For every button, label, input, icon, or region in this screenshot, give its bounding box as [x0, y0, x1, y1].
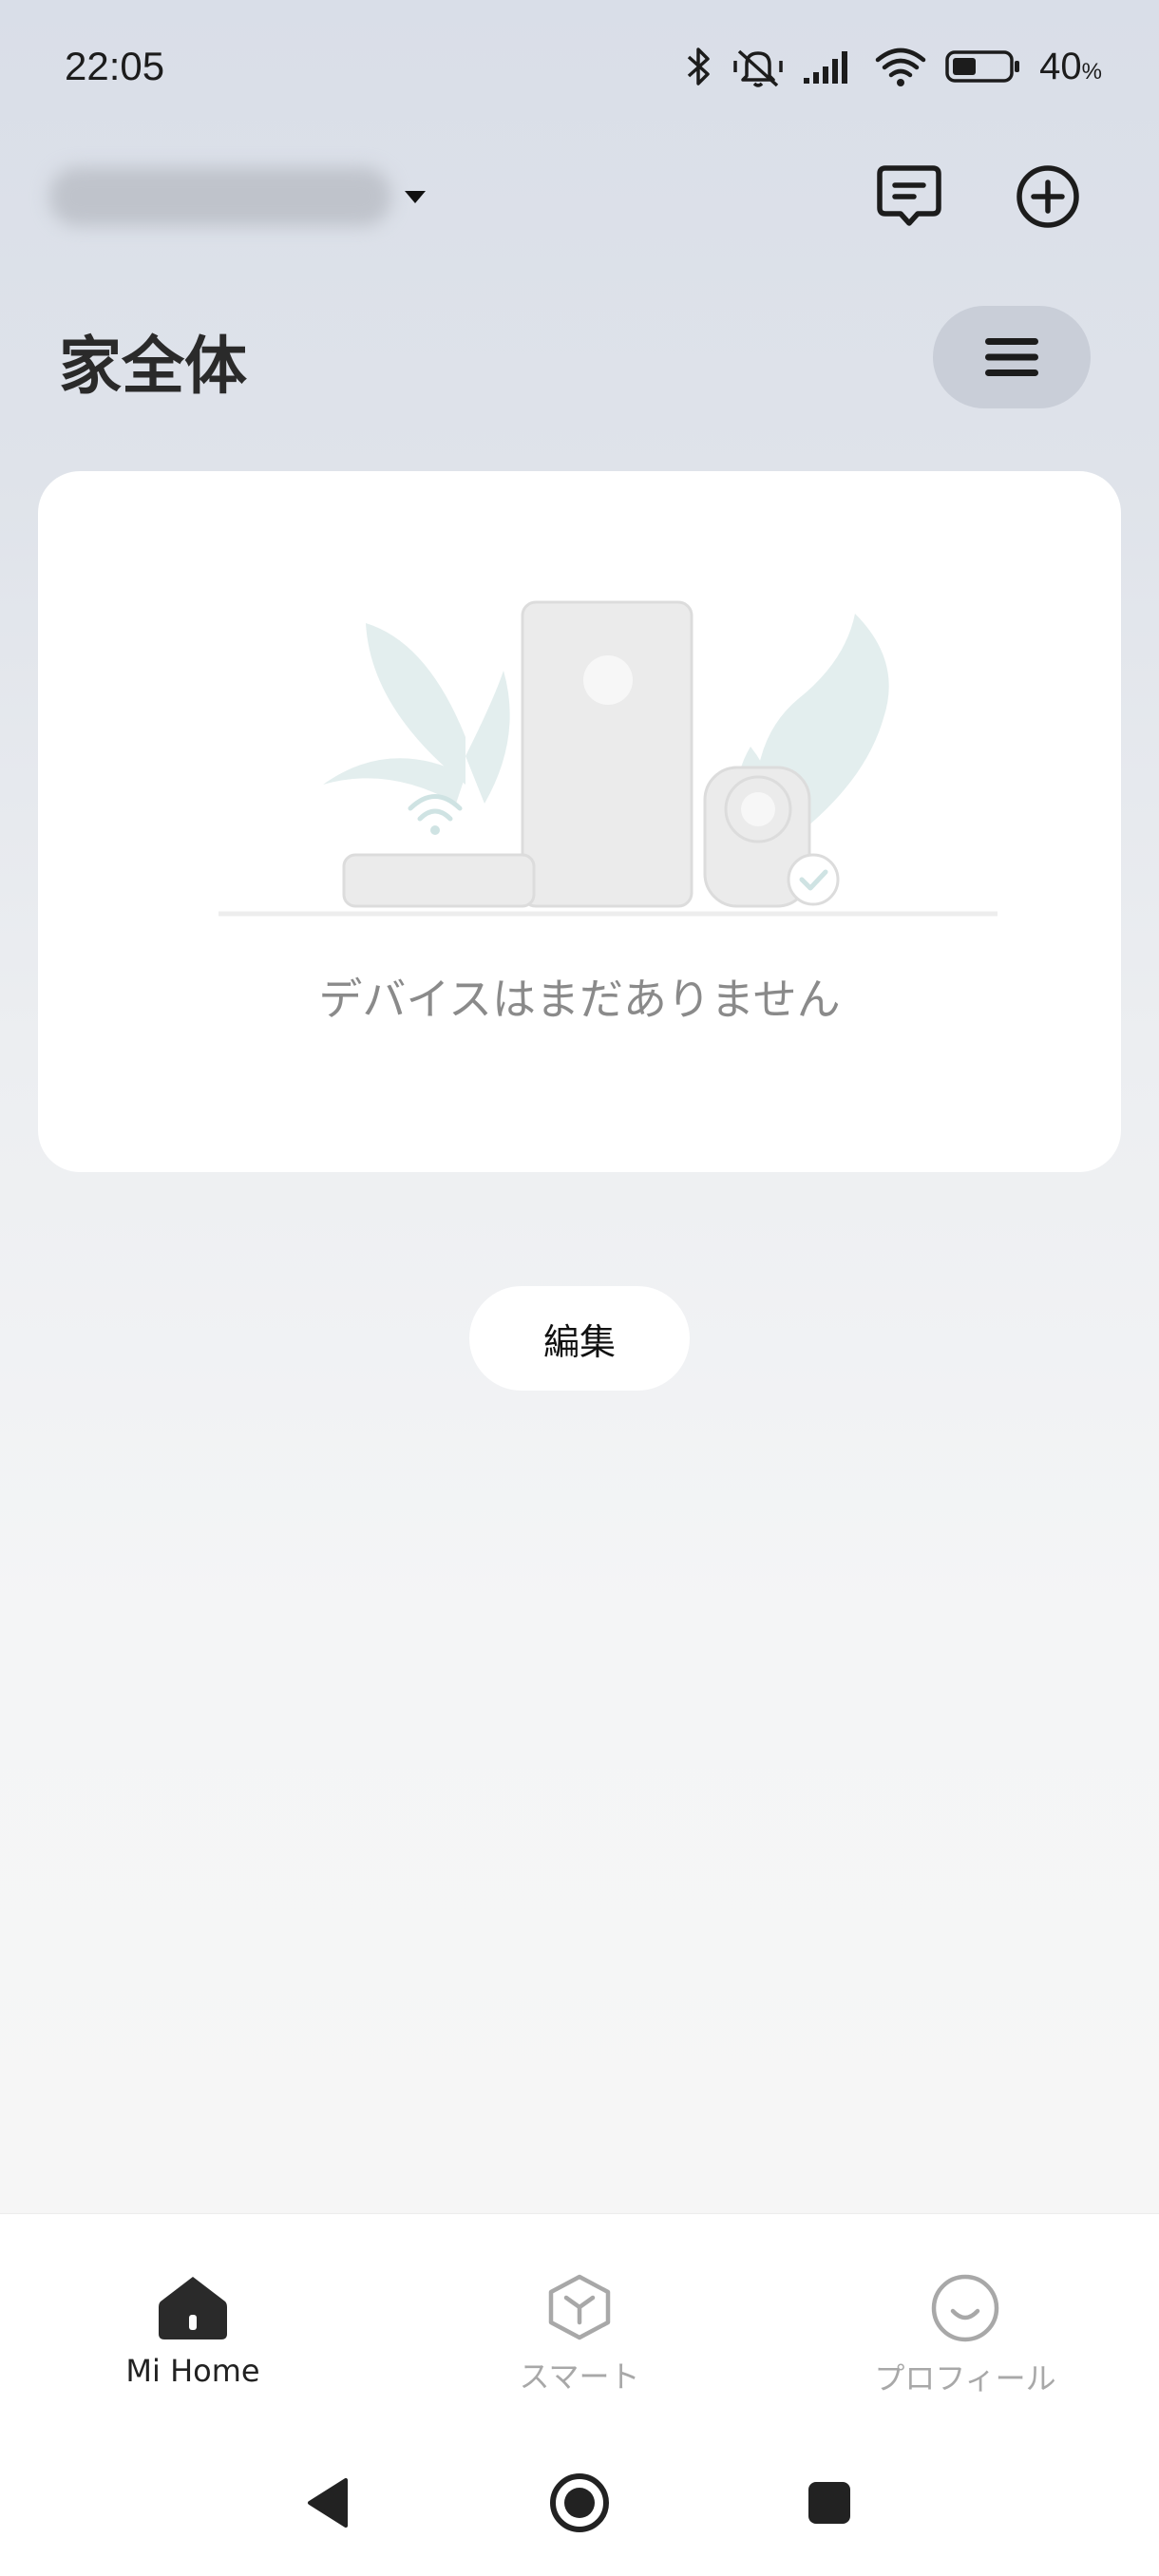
profile-smile-icon [931, 2274, 999, 2342]
messages-button[interactable] [866, 154, 952, 239]
home-circle-icon [550, 2473, 609, 2532]
nav-item-profile[interactable]: プロフィール [842, 2273, 1089, 2398]
system-home-button[interactable] [537, 2460, 622, 2546]
caret-down-icon [405, 190, 426, 203]
vibrate-off-icon [733, 49, 783, 87]
system-back-button[interactable] [285, 2460, 370, 2546]
battery-percent: 40% [1039, 45, 1102, 87]
home-name [49, 167, 391, 226]
add-circle-icon [1016, 165, 1079, 228]
smart-cube-icon [548, 2274, 611, 2340]
wifi-icon [875, 47, 926, 86]
devices-card: デバイスはまだありません [38, 471, 1121, 1172]
empty-devices-illustration [218, 600, 998, 917]
nav-label: プロフィール [874, 2360, 1056, 2396]
battery-icon [945, 50, 1020, 83]
system-navigation [0, 2460, 1159, 2546]
edit-button[interactable]: 編集 [469, 1286, 690, 1391]
empty-state-message: デバイスはまだありません [318, 974, 841, 1025]
add-device-button[interactable] [1005, 154, 1091, 239]
nav-label: Mi Home [125, 2353, 260, 2389]
recents-square-icon [808, 2482, 850, 2524]
signal-icon [804, 51, 848, 84]
home-selector[interactable] [49, 163, 426, 230]
room-menu-button[interactable] [933, 306, 1091, 408]
status-time: 22:05 [65, 44, 165, 88]
status-bar: 22:05 40% [0, 0, 1159, 133]
back-triangle-icon [308, 2478, 348, 2528]
message-icon [877, 165, 941, 226]
system-recents-button[interactable] [787, 2460, 872, 2546]
home-icon [159, 2277, 227, 2339]
status-icons: 40% [682, 38, 1102, 95]
nav-item-smart[interactable]: スマート [456, 2273, 703, 2396]
nav-label: スマート [519, 2358, 640, 2395]
page-title: 家全体 [59, 330, 247, 403]
bluetooth-icon [687, 47, 710, 85]
menu-icon [985, 338, 1038, 376]
nav-item-mi-home[interactable]: Mi Home [69, 2273, 316, 2389]
